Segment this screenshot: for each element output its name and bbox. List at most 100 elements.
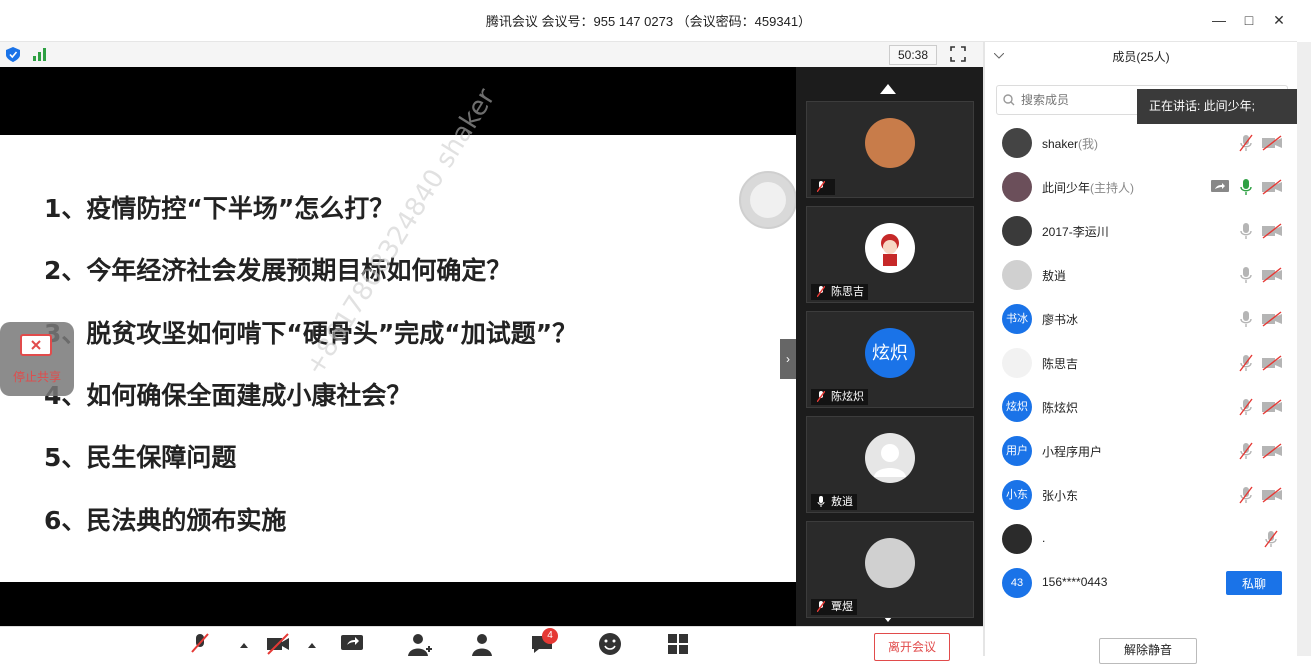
member-row[interactable]: 炫炽 陈炫炽 bbox=[996, 385, 1291, 429]
speaking-tooltip: 正在讲话: 此间少年; bbox=[1137, 89, 1297, 124]
member-avatar: 43 bbox=[1002, 568, 1032, 598]
member-row[interactable]: 书冰 廖书冰 bbox=[996, 297, 1291, 341]
member-name: 此间少年(主持人) bbox=[1042, 181, 1135, 195]
tile-label: 陈炫炽 bbox=[811, 389, 868, 405]
member-name: 陈思吉 bbox=[1042, 357, 1079, 371]
unmute-all-button[interactable]: 解除静音 bbox=[1099, 638, 1197, 664]
camera-off-icon[interactable] bbox=[1261, 135, 1283, 151]
member-row[interactable]: 小东 张小东 bbox=[996, 473, 1291, 517]
tile-label: 覃煜 bbox=[811, 599, 857, 615]
member-name: 廖书冰 bbox=[1042, 313, 1079, 327]
chevron-up-icon[interactable] bbox=[308, 643, 316, 648]
maximize-button[interactable]: □ bbox=[1237, 8, 1261, 32]
invite-icon[interactable] bbox=[408, 632, 432, 656]
member-avatar: 用户 bbox=[1002, 436, 1032, 466]
panel-title: 成员(25人) bbox=[1112, 50, 1170, 64]
member-row[interactable]: 此间少年(主持人) bbox=[996, 165, 1291, 209]
mic-muted-icon[interactable] bbox=[1239, 398, 1253, 416]
members-icon[interactable] bbox=[470, 632, 494, 656]
member-row[interactable]: 敖逍 bbox=[996, 253, 1291, 297]
member-row[interactable]: 用户 小程序用户 bbox=[996, 429, 1291, 473]
member-avatar bbox=[1002, 128, 1032, 158]
member-row[interactable]: 陈思吉 bbox=[996, 341, 1291, 385]
scrollbar[interactable] bbox=[1297, 42, 1311, 656]
apps-icon[interactable] bbox=[666, 632, 690, 656]
chat-badge: 4 bbox=[542, 628, 558, 644]
status-bar: 50:38 bbox=[0, 42, 983, 68]
tile-label bbox=[811, 179, 835, 195]
screen-share-icon bbox=[20, 334, 52, 356]
pointer-ring bbox=[739, 171, 797, 229]
member-avatar bbox=[1002, 524, 1032, 554]
tile-label: 敖逍 bbox=[811, 494, 857, 510]
member-row[interactable]: 2017-李运川 bbox=[996, 209, 1291, 253]
member-row[interactable]: shaker(我) bbox=[996, 121, 1291, 165]
stop-share-button[interactable]: 停止共享 bbox=[0, 322, 74, 396]
collapse-gallery-button[interactable]: › bbox=[780, 339, 796, 379]
avatar bbox=[865, 223, 915, 273]
mic-muted-icon[interactable] bbox=[1239, 486, 1253, 504]
video-tile[interactable]: 陈思吉 bbox=[806, 206, 974, 303]
member-row[interactable]: . bbox=[996, 517, 1291, 561]
title-bar: 腾讯会议 会议号：955 147 0273 （会议密码：459341） — □ … bbox=[0, 0, 1297, 42]
camera-off-icon[interactable] bbox=[1261, 487, 1283, 503]
signal-icon[interactable] bbox=[33, 48, 49, 61]
leave-meeting-button[interactable]: 离开会议 bbox=[874, 633, 950, 661]
camera-off-icon[interactable] bbox=[1261, 399, 1283, 415]
mic-muted-icon bbox=[817, 391, 825, 402]
mic-icon bbox=[817, 496, 825, 507]
search-icon bbox=[1003, 94, 1015, 106]
mic-icon[interactable] bbox=[1239, 178, 1253, 196]
member-name: 敖逍 bbox=[1042, 269, 1067, 283]
chevron-up-icon[interactable] bbox=[240, 643, 248, 648]
camera-off-icon[interactable] bbox=[1261, 223, 1283, 239]
avatar bbox=[865, 538, 915, 588]
minimize-button[interactable]: — bbox=[1207, 8, 1231, 32]
mic-muted-icon[interactable] bbox=[1239, 354, 1253, 372]
avatar: 炫炽 bbox=[865, 328, 915, 378]
camera-off-icon[interactable] bbox=[1261, 311, 1283, 327]
member-avatar bbox=[1002, 216, 1032, 246]
camera-off-icon[interactable] bbox=[1261, 267, 1283, 283]
slide-line-2: 2、今年经济社会发展预期目标如何确定？ bbox=[44, 256, 512, 285]
member-avatar bbox=[1002, 172, 1032, 202]
slide-line-6: 6、民法典的颁布实施 bbox=[44, 506, 287, 535]
video-tile[interactable]: 炫炽 陈炫炽 bbox=[806, 311, 974, 408]
camera-off-icon[interactable] bbox=[1261, 443, 1283, 459]
close-button[interactable]: ✕ bbox=[1267, 8, 1291, 32]
mic-muted-icon[interactable] bbox=[1264, 530, 1278, 548]
share-screen-icon[interactable] bbox=[340, 632, 364, 656]
camera-off-icon[interactable] bbox=[266, 632, 290, 656]
scroll-up-icon[interactable] bbox=[880, 84, 896, 94]
mic-icon[interactable] bbox=[1239, 222, 1253, 240]
shield-icon[interactable] bbox=[6, 47, 20, 62]
member-avatar: 书冰 bbox=[1002, 304, 1032, 334]
member-avatar: 小东 bbox=[1002, 480, 1032, 510]
member-name: 156****0443 bbox=[1042, 575, 1108, 589]
video-tile[interactable] bbox=[806, 101, 974, 198]
member-name: 陈炫炽 bbox=[1042, 401, 1079, 415]
camera-off-icon[interactable] bbox=[1261, 355, 1283, 371]
mic-muted-icon[interactable] bbox=[188, 632, 212, 656]
camera-off-icon[interactable] bbox=[1261, 179, 1283, 195]
member-name: shaker(我) bbox=[1042, 137, 1099, 151]
mic-muted-icon bbox=[817, 286, 825, 297]
member-name: 2017-李运川 bbox=[1042, 225, 1109, 239]
meeting-timer: 50:38 bbox=[889, 45, 937, 65]
video-tile[interactable]: 敖逍 bbox=[806, 416, 974, 513]
mic-icon[interactable] bbox=[1239, 266, 1253, 284]
private-chat-button[interactable]: 私聊 bbox=[1226, 571, 1282, 595]
slide-line-3: 3、脱贫攻坚如何啃下“硬骨头”完成“加试题”？ bbox=[44, 319, 578, 348]
video-tile[interactable]: 覃煜 bbox=[806, 521, 974, 618]
mic-icon[interactable] bbox=[1239, 310, 1253, 328]
mic-muted-icon[interactable] bbox=[1239, 134, 1253, 152]
member-name: . bbox=[1042, 531, 1046, 545]
mic-muted-icon bbox=[817, 181, 825, 192]
avatar bbox=[865, 118, 915, 168]
mic-muted-icon[interactable] bbox=[1239, 442, 1253, 460]
mic-muted-icon bbox=[817, 601, 825, 612]
fullscreen-icon[interactable] bbox=[950, 46, 966, 62]
avatar bbox=[865, 433, 915, 483]
member-avatar bbox=[1002, 348, 1032, 378]
emoji-icon[interactable] bbox=[598, 632, 622, 656]
